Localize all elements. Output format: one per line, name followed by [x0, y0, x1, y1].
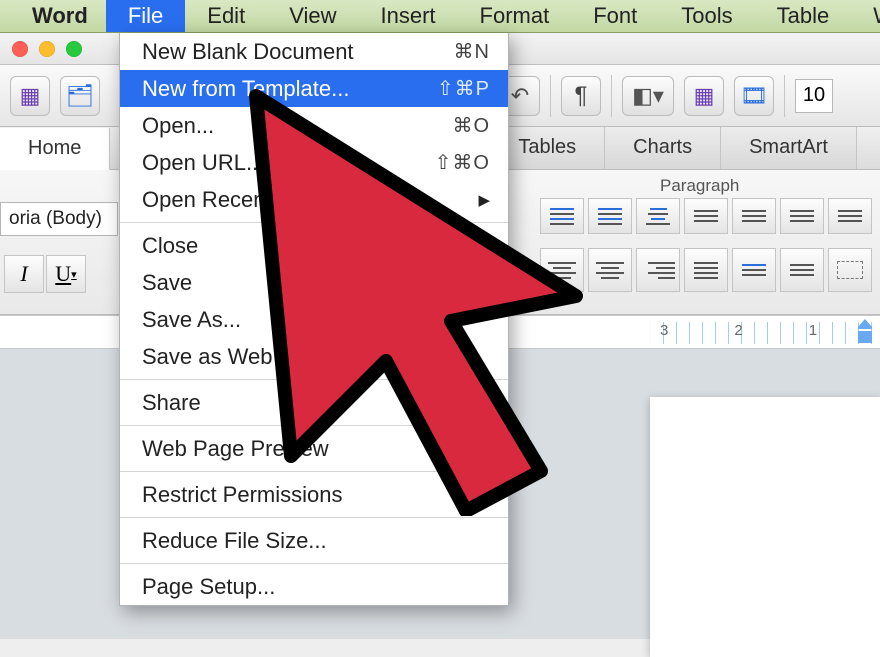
menu-item-label: New from Template...	[142, 76, 437, 102]
document-page[interactable]	[650, 397, 880, 657]
menu-item-label: Web Page Preview	[142, 436, 490, 462]
ruler-tick: 3	[660, 322, 668, 339]
file-menu-item[interactable]: New from Template...⇧⌘P	[120, 70, 508, 107]
file-menu-item[interactable]: Open URL...⇧⌘O	[120, 144, 508, 181]
indent-marker-icon[interactable]	[858, 319, 872, 345]
file-menu-item[interactable]: Save	[120, 264, 508, 301]
file-menu-item[interactable]: New Blank Document⌘N	[120, 33, 508, 70]
ruler-tick: 1	[809, 322, 817, 339]
toolbox-icon[interactable]: ▦	[10, 76, 50, 116]
multilevel-list-button[interactable]	[636, 198, 680, 234]
menu-item-label: Reduce File Size...	[142, 528, 490, 554]
menu-item-label: Save as Web Page...	[142, 344, 490, 370]
file-menu-item[interactable]: Web Page Preview	[120, 430, 508, 467]
numbered-list-button[interactable]	[588, 198, 632, 234]
alignment-buttons	[540, 248, 872, 292]
align-justify-button[interactable]	[684, 248, 728, 292]
menu-item-shortcut: ⇧⌘P	[437, 76, 490, 101]
sidebar-toggle-icon[interactable]: ◧▾	[622, 76, 674, 116]
menu-item-label: New Blank Document	[142, 39, 454, 65]
file-menu-item[interactable]: Open Recent▶	[120, 181, 508, 218]
shading-button[interactable]	[780, 248, 824, 292]
increase-indent-button[interactable]	[732, 198, 776, 234]
zoom-window-button[interactable]	[66, 41, 82, 57]
ruler-numbers: 3 2 1	[660, 322, 817, 339]
menu-table[interactable]: Table	[755, 0, 852, 32]
menu-item-label: Share	[142, 390, 478, 416]
submenu-arrow-icon: ▶	[478, 486, 490, 504]
tab-home[interactable]: Home	[0, 128, 110, 170]
file-menu-dropdown: New Blank Document⌘NNew from Template...…	[119, 33, 509, 606]
show-formatting-button[interactable]: ¶	[561, 76, 601, 116]
menu-font[interactable]: Font	[571, 0, 659, 32]
minimize-window-button[interactable]	[39, 41, 55, 57]
menu-item-shortcut: ⌘O	[452, 113, 490, 138]
menu-item-shortcut: ⌘N	[454, 39, 490, 64]
menu-item-label: Open...	[142, 113, 452, 139]
italic-button[interactable]: I	[4, 255, 44, 293]
file-menu-item[interactable]: Save As...	[120, 301, 508, 338]
align-right-button[interactable]	[636, 248, 680, 292]
submenu-arrow-icon: ▶	[478, 191, 490, 209]
paragraph-group-label: Paragraph	[660, 176, 739, 196]
sort-button[interactable]	[780, 198, 824, 234]
font-style-buttons: I U ▾	[4, 255, 86, 293]
tab-smartart[interactable]: SmartArt	[721, 127, 857, 169]
mac-menu-bar: Word File Edit View Insert Format Font T…	[0, 0, 880, 33]
media-browser-icon[interactable]: 🎞	[734, 76, 774, 116]
align-center-button[interactable]	[588, 248, 632, 292]
menu-item-label: Restrict Permissions	[142, 482, 478, 508]
app-name: Word	[14, 0, 106, 32]
decrease-indent-button[interactable]	[684, 198, 728, 234]
file-menu-item[interactable]: Save as Web Page...	[120, 338, 508, 375]
menu-item-shortcut: ⇧⌘O	[435, 150, 490, 175]
list-buttons	[540, 198, 872, 234]
file-menu-item[interactable]: Open...⌘O	[120, 107, 508, 144]
tab-charts[interactable]: Charts	[605, 127, 721, 169]
file-menu-item[interactable]: Page Setup...	[120, 568, 508, 605]
bulleted-list-button[interactable]	[540, 198, 584, 234]
line-spacing-button[interactable]	[732, 248, 776, 292]
ruler-tick: 2	[734, 322, 742, 339]
align-left-button[interactable]	[540, 248, 584, 292]
menu-item-label: Open Recent	[142, 187, 478, 213]
menu-item-label: Save	[142, 270, 490, 296]
font-size-field[interactable]: 10	[795, 79, 833, 113]
menu-edit[interactable]: Edit	[185, 0, 267, 32]
menu-window-truncated[interactable]: W	[851, 0, 880, 32]
menu-item-label: Save As...	[142, 307, 490, 333]
file-menu-item[interactable]: Close	[120, 227, 508, 264]
borders-button[interactable]	[828, 248, 872, 292]
file-menu-item[interactable]: Reduce File Size...	[120, 522, 508, 559]
close-window-button[interactable]	[12, 41, 28, 57]
menu-view[interactable]: View	[267, 0, 358, 32]
file-menu-item[interactable]: Share▶	[120, 384, 508, 421]
file-menu-item[interactable]: Restrict Permissions▶	[120, 476, 508, 513]
open-folder-icon[interactable]: 🗂	[60, 76, 100, 116]
menu-item-label: Open URL...	[142, 150, 435, 176]
traffic-lights	[12, 41, 82, 57]
menu-format[interactable]: Format	[458, 0, 572, 32]
menu-tools[interactable]: Tools	[659, 0, 754, 32]
menu-item-label: Page Setup...	[142, 574, 490, 600]
font-family-field[interactable]: oria (Body)	[0, 202, 118, 236]
menu-file[interactable]: File	[106, 0, 185, 32]
menu-insert[interactable]: Insert	[358, 0, 457, 32]
submenu-arrow-icon: ▶	[478, 394, 490, 412]
show-marks-button[interactable]	[828, 198, 872, 234]
menu-item-label: Close	[142, 233, 490, 259]
toolbox-panel-icon[interactable]: ▦	[684, 76, 724, 116]
underline-button[interactable]: U ▾	[46, 255, 86, 293]
